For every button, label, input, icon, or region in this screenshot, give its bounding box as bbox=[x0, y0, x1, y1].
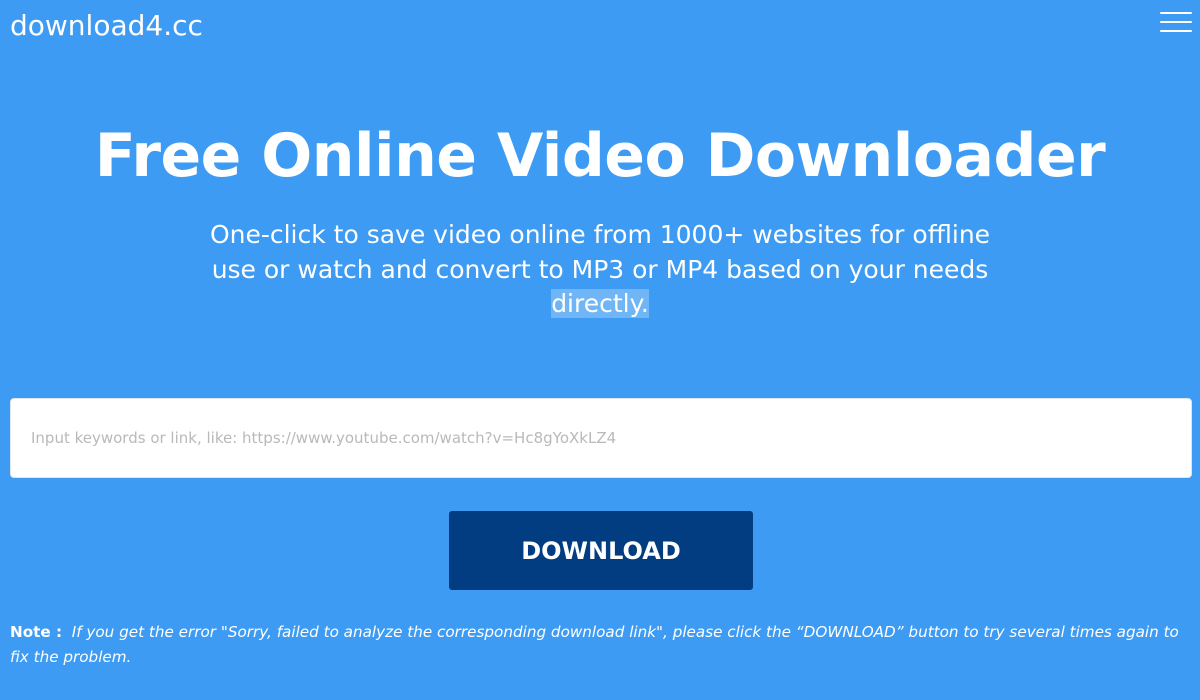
download-button[interactable]: DOWNLOAD bbox=[449, 511, 753, 590]
error-note: Note : If you get the error "Sorry, fail… bbox=[10, 620, 1190, 670]
menu-line bbox=[1160, 21, 1192, 23]
menu-line bbox=[1160, 30, 1192, 32]
note-label: Note : bbox=[10, 623, 63, 641]
subtitle-main-text: One-click to save video online from 1000… bbox=[209, 220, 991, 284]
page-title: Free Online Video Downloader bbox=[94, 121, 1106, 191]
menu-line bbox=[1160, 12, 1192, 14]
search-input[interactable] bbox=[10, 398, 1192, 478]
site-logo-link[interactable]: download4.cc bbox=[10, 6, 203, 46]
note-text: If you get the error "Sorry, failed to a… bbox=[10, 623, 1179, 666]
hamburger-menu-icon[interactable] bbox=[1160, 12, 1192, 36]
page-subtitle: One-click to save video online from 1000… bbox=[200, 218, 1000, 322]
subtitle-highlighted-text: directly. bbox=[551, 289, 649, 318]
